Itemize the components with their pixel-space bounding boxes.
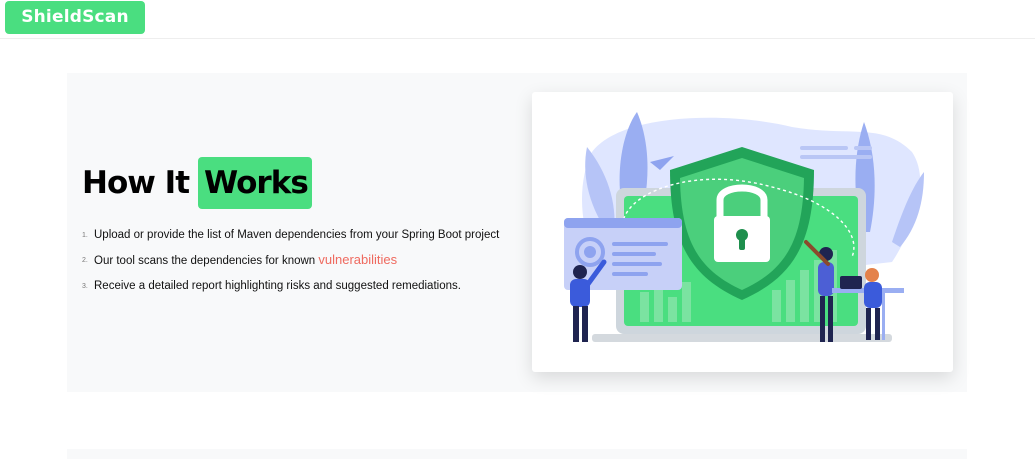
panel-line: [612, 242, 668, 246]
info-line: [800, 155, 872, 159]
person-right-leg: [828, 296, 833, 342]
how-it-works-section: How It Works 1. Upload or provide the li…: [67, 73, 967, 392]
step-text: Upload or provide the list of Maven depe…: [94, 229, 500, 241]
step-item: 2. Our tool scans the dependencies for k…: [82, 252, 502, 269]
person-left-leg: [573, 306, 579, 342]
info-line: [854, 146, 872, 150]
step-accent-word: vulnerabilities: [318, 252, 398, 267]
next-section: [67, 449, 967, 459]
steps-list: 1. Upload or provide the list of Maven d…: [82, 227, 502, 303]
person-sitting-body: [864, 282, 882, 308]
person-sitting-leg: [875, 308, 880, 340]
person-left-leg: [582, 306, 588, 342]
panel-line: [612, 252, 656, 256]
laptop-icon: [840, 276, 862, 289]
panel-header: [564, 218, 682, 228]
security-shield-illustration: [564, 112, 924, 342]
panel-line: [612, 272, 648, 276]
section-title: How It Works: [82, 157, 312, 209]
step-number: 1.: [82, 232, 88, 239]
title-text: How It: [82, 165, 190, 201]
gauge-center: [584, 246, 596, 258]
chair-leg: [882, 292, 885, 340]
step-number: 2.: [82, 257, 88, 264]
person-right-leg: [820, 296, 825, 342]
step-text: Receive a detailed report highlighting r…: [94, 280, 461, 292]
illustration-card: [532, 92, 953, 372]
info-line: [800, 146, 848, 150]
person-left-head: [573, 265, 587, 279]
top-navbar: ShieldScan: [0, 0, 1035, 39]
monitor-base: [592, 334, 892, 342]
person-sitting-leg: [866, 308, 871, 340]
person-right-body: [818, 262, 834, 296]
step-item: 1. Upload or provide the list of Maven d…: [82, 227, 502, 243]
step-text: Our tool scans the dependencies for know…: [94, 255, 319, 267]
title-highlight: Works: [198, 157, 312, 209]
person-sitting-head: [865, 268, 879, 282]
panel-line: [612, 262, 662, 266]
brand-logo[interactable]: ShieldScan: [5, 1, 145, 34]
step-number: 3.: [82, 283, 88, 290]
step-item: 3. Receive a detailed report highlightin…: [82, 278, 502, 294]
keyhole-slot: [739, 238, 745, 250]
